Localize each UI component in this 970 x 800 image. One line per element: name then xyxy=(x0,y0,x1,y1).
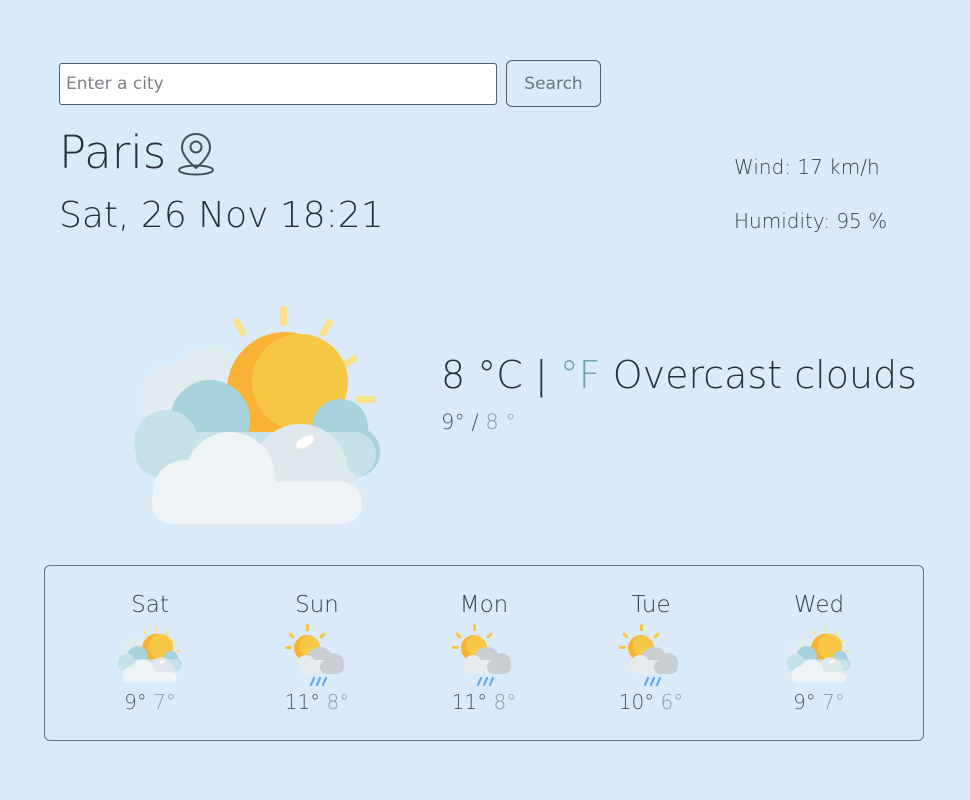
unit-separator: | xyxy=(522,353,560,397)
city-name: Paris xyxy=(59,126,167,179)
location-pin-icon xyxy=(176,130,216,176)
forecast-high: 11° xyxy=(284,690,321,714)
forecast-high: 11° xyxy=(451,690,488,714)
forecast-high: 9° xyxy=(124,690,147,714)
forecast-day: Sat 9° 7° xyxy=(90,588,210,716)
forecast-panel: Sat 9° 7° Sun 11° 8° Mon 11° 8° Tue 10° … xyxy=(44,565,924,741)
forecast-day-name: Sun xyxy=(295,592,339,618)
sun-behind-clouds-icon xyxy=(130,302,386,528)
forecast-low: 6° xyxy=(660,690,684,714)
humidity: Humidity: 95 % xyxy=(734,209,888,233)
sun-cloud-rain-icon xyxy=(451,622,517,688)
date-time: Sat, 26 Nov 18:21 xyxy=(59,195,384,236)
current-weather-line: 8 °C | °F Overcast clouds xyxy=(441,350,917,400)
forecast-day: Wed 9° 7° xyxy=(759,588,879,716)
forecast-day-name: Mon xyxy=(459,592,509,618)
forecast-temps: 9° 7° xyxy=(759,688,879,716)
sun-behind-clouds-icon xyxy=(786,622,852,688)
wind-speed: Wind: 17 km/h xyxy=(734,155,880,179)
sun-behind-clouds-icon xyxy=(117,622,183,688)
weather-description: Overcast clouds xyxy=(600,353,917,397)
forecast-day-name: Wed xyxy=(793,592,845,618)
search-bar: Search xyxy=(59,60,601,107)
forecast-temps: 11° 8° xyxy=(424,688,544,716)
current-high: 9° xyxy=(441,410,465,434)
sun-cloud-rain-icon xyxy=(284,622,350,688)
forecast-temps: 10° 6° xyxy=(591,688,711,716)
city-search-input[interactable] xyxy=(59,62,497,105)
minmax-separator: / xyxy=(464,410,486,434)
location-header: Paris xyxy=(59,124,216,182)
forecast-low: 7° xyxy=(153,690,176,714)
forecast-temps: 9° 7° xyxy=(90,688,210,716)
forecast-day-name: Tue xyxy=(631,592,671,618)
forecast-day: Sun 11° 8° xyxy=(257,588,377,716)
forecast-day-name: Sat xyxy=(131,592,169,618)
forecast-high: 9° xyxy=(793,690,816,714)
forecast-day: Tue 10° 6° xyxy=(591,588,711,716)
forecast-temps: 11° 8° xyxy=(257,688,377,716)
forecast-low: 7° xyxy=(822,690,845,714)
unit-fahrenheit-link[interactable]: °F xyxy=(560,353,601,397)
unit-celsius[interactable]: °C xyxy=(465,353,523,397)
current-temperature: 8 xyxy=(441,353,466,397)
forecast-day: Mon 11° 8° xyxy=(424,588,544,716)
forecast-low: 8° xyxy=(493,690,517,714)
current-low: 8 ° xyxy=(485,410,516,434)
current-min-max: 9° / 8 ° xyxy=(441,410,516,434)
forecast-high: 10° xyxy=(618,690,655,714)
search-button[interactable]: Search xyxy=(506,60,601,107)
sun-cloud-rain-icon xyxy=(618,622,684,688)
forecast-low: 8° xyxy=(326,690,350,714)
